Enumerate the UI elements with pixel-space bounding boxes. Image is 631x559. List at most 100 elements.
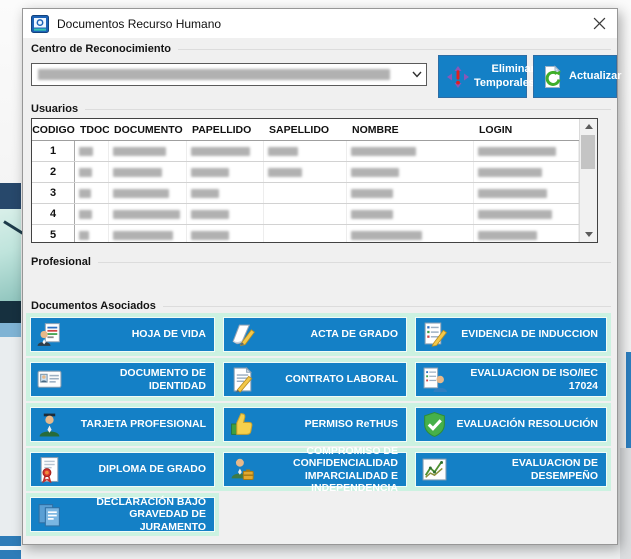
column-header-documento[interactable]: DOCUMENTO (109, 124, 187, 136)
group-label-centro: Centro de Reconocimiento (31, 43, 611, 55)
evaluacion-resolucion-button[interactable]: EVALUACIÓN RESOLUCIÓN (415, 407, 607, 442)
doc-button-label: PERMISO ReTHUS (256, 418, 404, 430)
desktop-background (0, 536, 21, 546)
redacted-cell-value (113, 189, 169, 198)
shield-check-icon (421, 411, 448, 438)
column-header-login[interactable]: LOGIN (474, 124, 579, 136)
actualizar-label: Actualizar (569, 70, 622, 83)
redacted-cell-value (478, 231, 537, 240)
cell-nombre (347, 183, 474, 203)
evaluacion-de-iso-iec-17024-button[interactable]: EVALUACION DE ISO/IEC 17024 (415, 362, 607, 397)
app-icon (31, 15, 49, 33)
scroll-down-button[interactable] (580, 227, 597, 242)
cell-sapellido (264, 162, 347, 182)
desktop-background (626, 352, 631, 448)
person-briefcase-icon (229, 456, 256, 483)
documento-de-identidad-button[interactable]: DOCUMENTO DE IDENTIDAD (30, 362, 215, 397)
redacted-cell-value (113, 168, 162, 177)
doc-button-halo: ACTA DE GRADO (219, 313, 411, 356)
column-header-nombre[interactable]: NOMBRE (347, 124, 474, 136)
redacted-cell-value (351, 189, 393, 198)
desktop-background (0, 301, 21, 323)
doc-button-label: EVIDENCIA DE INDUCCION (448, 328, 604, 340)
cell-documento (109, 141, 187, 161)
warning-delete-icon (446, 65, 470, 89)
desktop-background (0, 337, 21, 536)
document-buttons-grid: HOJA DE VIDAACTA DE GRADO EVIDENCIA DE IN… (26, 313, 611, 536)
column-header-tdoc[interactable]: TDOC (75, 124, 109, 136)
redacted-cell-value (268, 147, 298, 156)
declaracion-bajo-gravedad-de-juramento-button[interactable]: DECLARACIÓN BAJO GRAVEDAD DE JURAMENTO (30, 497, 215, 532)
contrato-laboral-button[interactable]: CONTRATO LABORAL (223, 362, 407, 397)
desktop-background (0, 209, 21, 301)
desktop-background (0, 183, 21, 209)
centro-combobox[interactable] (31, 63, 427, 86)
doc-button-halo: HOJA DE VIDA (26, 313, 219, 356)
acta-de-grado-button[interactable]: ACTA DE GRADO (223, 317, 407, 352)
column-header-papellido[interactable]: PAPELLIDO (187, 124, 264, 136)
refresh-document-icon (541, 65, 565, 89)
diploma-de-grado-button[interactable]: DIPLOMA DE GRADO (30, 452, 215, 487)
close-icon[interactable] (581, 9, 617, 38)
cell-sapellido (264, 141, 347, 161)
arrow-up-icon (585, 124, 593, 129)
doc-button-label: EVALUACION DE DESEMPEÑO (448, 457, 604, 482)
cell-tdoc (75, 162, 109, 182)
cell-login (474, 141, 579, 161)
scroll-up-button[interactable] (580, 119, 597, 134)
eliminar-temporales-label: Eliminar Temporales (474, 63, 535, 89)
dialog-window: Documentos Recurso Humano Centro de Reco… (22, 8, 618, 545)
cell-codigo: 2 (32, 162, 75, 182)
redacted-cell-value (79, 210, 92, 219)
evaluacion-de-desempeno-button[interactable]: EVALUACION DE DESEMPEÑO (415, 452, 607, 487)
scrollbar-thumb[interactable] (581, 135, 595, 169)
doc-button-label: TARJETA PROFESIONAL (63, 418, 212, 430)
table-row[interactable]: 2 (32, 162, 579, 183)
redacted-cell-value (79, 189, 91, 198)
desktop-background (0, 550, 21, 559)
table-row[interactable]: 3 (32, 183, 579, 204)
diploma-seal-icon (36, 456, 63, 483)
column-header-sapellido[interactable]: SAPELLIDO (264, 124, 347, 136)
group-rule (85, 109, 611, 110)
cell-nombre (347, 225, 474, 242)
vertical-scrollbar[interactable] (579, 119, 597, 242)
cell-documento (109, 204, 187, 224)
cell-documento (109, 225, 187, 242)
redacted-cell-value (351, 168, 399, 177)
cell-nombre (347, 141, 474, 161)
doc-button-halo: EVALUACION DE DESEMPEÑO (411, 448, 611, 491)
table-header-row: CODIGOTDOCDOCUMENTOPAPELLIDOSAPELLIDONOM… (32, 119, 579, 141)
eliminar-temporales-button[interactable]: Eliminar Temporales (438, 55, 527, 98)
redacted-cell-value (478, 168, 542, 177)
redacted-cell-value (79, 168, 92, 177)
doc-button-halo: DOCUMENTO DE IDENTIDAD (26, 358, 219, 401)
evidencia-de-induccion-button[interactable]: EVIDENCIA DE INDUCCION (415, 317, 607, 352)
doc-button-halo: EVALUACIÓN RESOLUCIÓN (411, 403, 611, 446)
redacted-combobox-value (38, 69, 390, 80)
table-row[interactable]: 5 (32, 225, 579, 242)
column-header-codigo[interactable]: CODIGO (32, 124, 75, 136)
table-row[interactable]: 4 (32, 204, 579, 225)
cell-sapellido (264, 183, 347, 203)
resume-person-icon (36, 321, 63, 348)
permiso-rethus-button[interactable]: PERMISO ReTHUS (223, 407, 407, 442)
cell-nombre (347, 162, 474, 182)
group-label-documentos-asociados: Documentos Asociados (31, 300, 611, 312)
cell-codigo: 5 (32, 225, 75, 242)
doc-button-halo: EVALUACION DE ISO/IEC 17024 (411, 358, 611, 401)
compromiso-de-confidencialidad-imparcialidad-e-independencia-button[interactable]: COMPROMISO DE CONFIDENCIALIDAD IMPARCIAL… (223, 452, 407, 487)
doc-button-halo: CONTRATO LABORAL (219, 358, 411, 401)
redacted-cell-value (478, 210, 552, 219)
doc-button-label: COMPROMISO DE CONFIDENCIALIDAD IMPARCIAL… (256, 445, 404, 495)
tarjeta-profesional-button[interactable]: TARJETA PROFESIONAL (30, 407, 215, 442)
arrow-down-icon (585, 232, 593, 237)
doc-button-halo: PERMISO ReTHUS (219, 403, 411, 446)
table-row[interactable]: 1 (32, 141, 579, 162)
desktop-background (0, 323, 21, 337)
actualizar-button[interactable]: Actualizar (533, 55, 617, 98)
hoja-de-vida-button[interactable]: HOJA DE VIDA (30, 317, 215, 352)
title-bar[interactable]: Documentos Recurso Humano (23, 9, 617, 39)
performance-chart-icon (421, 456, 448, 483)
redacted-cell-value (79, 231, 89, 240)
